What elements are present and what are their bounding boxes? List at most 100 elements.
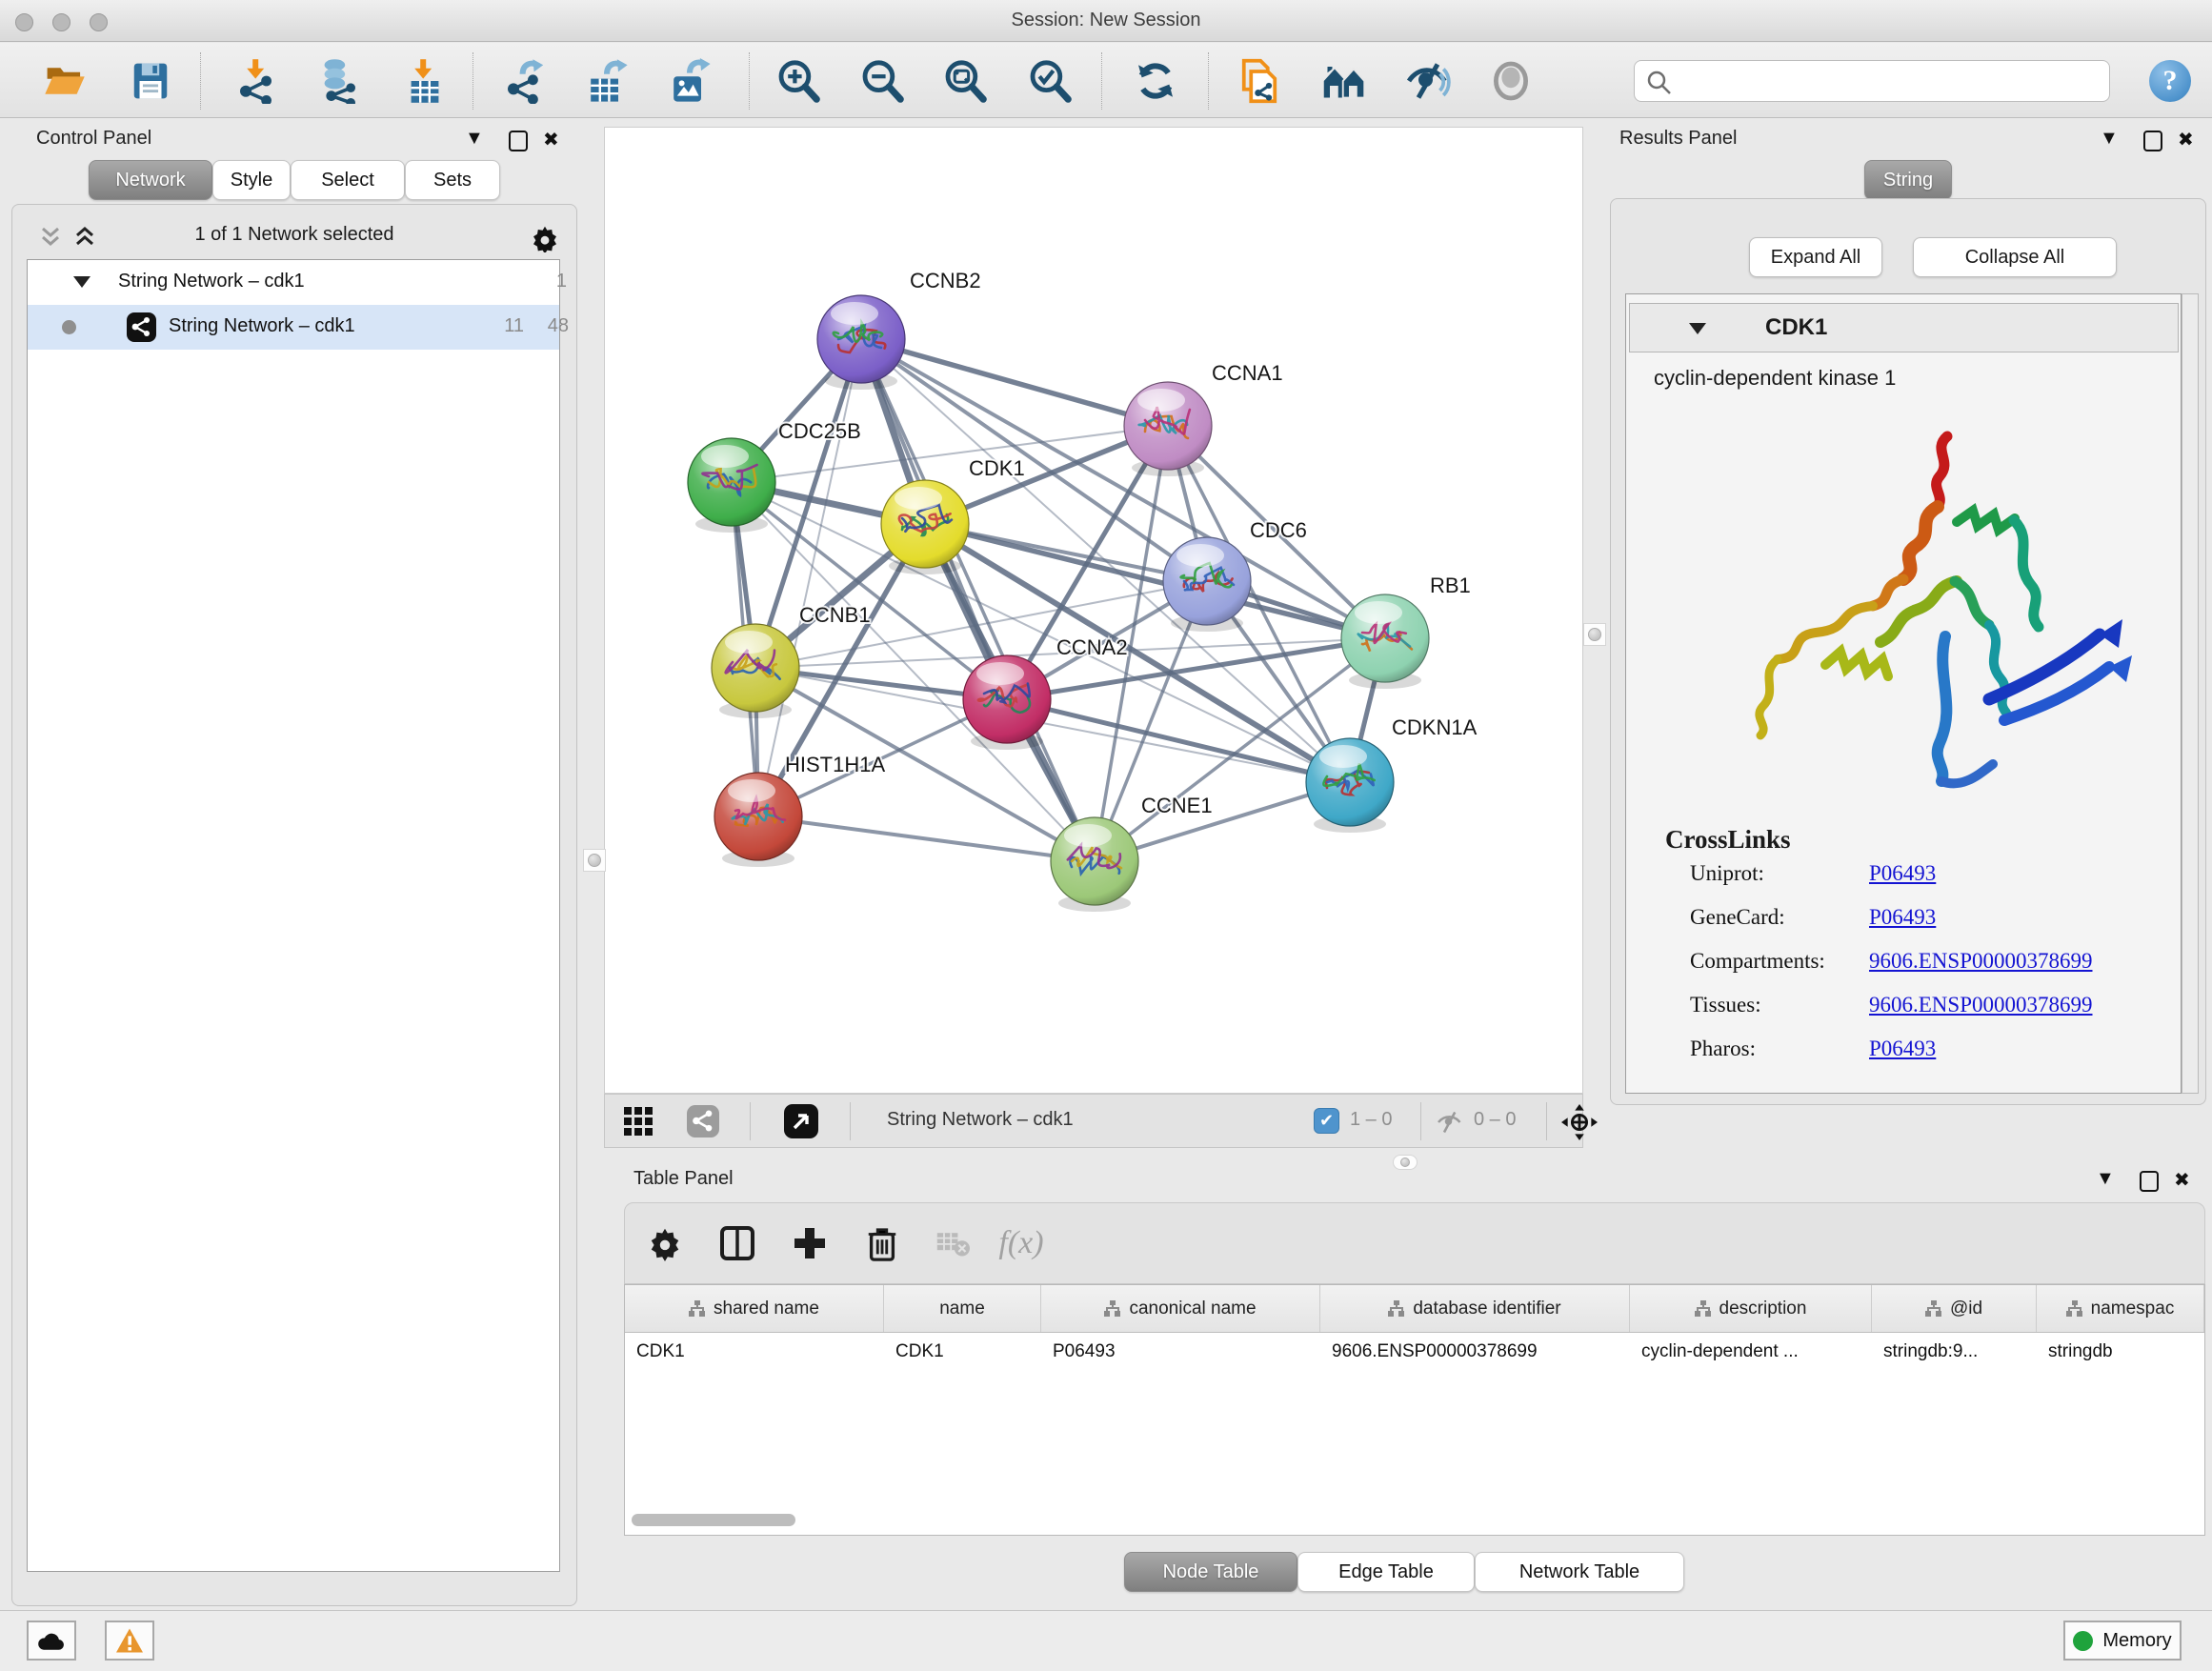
refresh-icon[interactable] [1129,54,1182,108]
tab-network-table[interactable]: Network Table [1475,1552,1684,1592]
table-cell[interactable]: stringdb [2037,1333,2204,1375]
tab-sets[interactable]: Sets [405,160,500,200]
table-cell[interactable]: stringdb:9... [1872,1333,2037,1375]
table-panel-close-icon[interactable]: ✖ [2174,1168,2190,1192]
network-row-selected[interactable]: String Network – cdk1 11 48 [28,305,559,350]
gene-collapse-icon[interactable] [1689,323,1706,334]
zoom-out-icon[interactable] [855,54,909,108]
table-cell[interactable]: cyclin-dependent ... [1630,1333,1872,1375]
tab-edge-table[interactable]: Edge Table [1297,1552,1475,1592]
tab-style[interactable]: Style [212,160,291,200]
left-splitter-grip[interactable] [583,849,606,872]
export-table-icon[interactable] [580,54,633,108]
control-panel-float-icon[interactable] [509,131,528,151]
results-panel-close-icon[interactable]: ✖ [2178,128,2194,151]
node-label: CCNA2 [1056,635,1128,659]
column-header[interactable]: namespac [2037,1285,2204,1332]
tab-network[interactable]: Network [89,160,212,200]
crosslink-value-link[interactable]: P06493 [1869,1037,1936,1061]
network-node-hist1h1a[interactable] [714,773,802,867]
function-builder-icon[interactable]: f(x) [995,1217,1048,1270]
memory-button[interactable]: Memory [2063,1621,2182,1661]
column-header[interactable]: @id [1872,1285,2037,1332]
cloud-status-button[interactable] [27,1621,76,1661]
hide-selected-icon[interactable] [1401,54,1455,108]
results-scrollbar[interactable] [2182,293,2199,1094]
network-options-gear-icon[interactable] [530,222,560,252]
grid-view-icon[interactable] [624,1107,654,1137]
help-icon[interactable]: ? [2149,60,2191,102]
network-share-icon[interactable] [687,1105,719,1137]
crosslink-value-link[interactable]: 9606.ENSP00000378699 [1869,993,2093,1017]
crosslink-value-link[interactable]: P06493 [1869,861,1936,886]
fit-content-crosshair-icon[interactable] [1561,1104,1598,1140]
warning-icon [114,1627,145,1654]
table-options-gear-icon[interactable] [638,1217,692,1270]
import-network-file-icon[interactable] [231,54,284,108]
save-session-icon[interactable] [124,54,177,108]
gene-section-header[interactable]: CDK1 [1629,303,2179,352]
export-network-icon[interactable] [498,54,552,108]
table-horizontal-scrollbar[interactable] [632,1514,795,1526]
title-bar: Session: New Session [0,0,2212,42]
network-graph[interactable]: CCNB2CCNA1CDC25BCDK1CDC6RB1CCNB1CCNA2CDK… [605,128,1582,1093]
results-panel-float-menu-icon[interactable]: ▼ [2100,128,2119,150]
delete-table-icon[interactable] [926,1217,979,1270]
crosslink-value-link[interactable]: 9606.ENSP00000378699 [1869,949,2093,974]
control-panel-float-menu-icon[interactable]: ▼ [465,128,484,150]
table-cell[interactable]: P06493 [1041,1333,1320,1375]
network-node-cdc6[interactable] [1163,537,1251,632]
column-header[interactable]: canonical name [1041,1285,1320,1332]
show-all-icon[interactable] [1484,54,1538,108]
results-panel-float-icon[interactable] [2143,131,2162,151]
right-splitter-grip[interactable] [1583,623,1606,646]
import-network-database-icon[interactable] [312,54,365,108]
network-node-ccna1[interactable] [1124,382,1212,476]
table-panel-float-icon[interactable] [2140,1171,2159,1192]
table-cell[interactable]: 9606.ENSP00000378699 [1320,1333,1630,1375]
tab-select[interactable]: Select [291,160,405,200]
network-node-rb1[interactable] [1341,594,1429,689]
import-table-icon[interactable] [398,54,452,108]
table-panel-float-menu-icon[interactable]: ▼ [2096,1168,2115,1190]
selected-nodes-checkbox[interactable]: ✔ [1314,1108,1339,1134]
delete-column-icon[interactable] [855,1217,909,1270]
table-cell[interactable]: CDK1 [884,1333,1041,1375]
show-columns-icon[interactable] [711,1217,764,1270]
column-header[interactable]: database identifier [1320,1285,1630,1332]
column-header[interactable]: shared name [625,1285,884,1332]
tab-node-table[interactable]: Node Table [1124,1552,1297,1592]
zoom-fit-icon[interactable] [938,54,992,108]
control-panel-title: Control Panel [36,128,151,150]
network-node-cdc25b[interactable] [688,438,775,533]
gene-name: CDK1 [1765,314,1827,341]
open-in-window-icon[interactable] [784,1104,818,1138]
shared-column-icon [2066,1300,2083,1318]
first-neighbors-icon[interactable] [1317,54,1371,108]
search-input[interactable] [1679,65,2098,97]
crosslink-value-link[interactable]: P06493 [1869,905,1936,930]
zoom-in-icon[interactable] [772,54,825,108]
network-node-ccne1[interactable] [1051,817,1138,912]
control-panel-close-icon[interactable]: ✖ [543,128,559,151]
tab-string[interactable]: String [1864,160,1952,200]
network-collection-row[interactable]: String Network – cdk1 1 [28,260,559,305]
hidden-eye-icon[interactable] [1436,1109,1464,1136]
network-node-ccnb1[interactable] [712,624,799,718]
export-image-icon[interactable] [663,54,716,108]
open-session-icon[interactable] [38,54,91,108]
expand-all-button[interactable]: Expand All [1749,237,1882,277]
collapse-all-button[interactable]: Collapse All [1913,237,2117,277]
network-node-cdkn1a[interactable] [1306,738,1394,833]
add-column-icon[interactable] [783,1217,836,1270]
collection-expand-icon[interactable] [73,276,90,288]
horizontal-splitter-grip[interactable] [1393,1155,1418,1170]
warning-status-button[interactable] [105,1621,154,1661]
network-canvas[interactable]: CCNB2CCNA1CDC25BCDK1CDC6RB1CCNB1CCNA2CDK… [604,127,1583,1094]
clone-network-icon[interactable] [1233,54,1286,108]
column-header[interactable]: name [884,1285,1041,1332]
zoom-selected-icon[interactable] [1023,54,1076,108]
table-cell[interactable]: CDK1 [625,1333,884,1375]
table-row[interactable]: CDK1CDK1P064939606.ENSP00000378699cyclin… [625,1333,2204,1375]
column-header[interactable]: description [1630,1285,1872,1332]
